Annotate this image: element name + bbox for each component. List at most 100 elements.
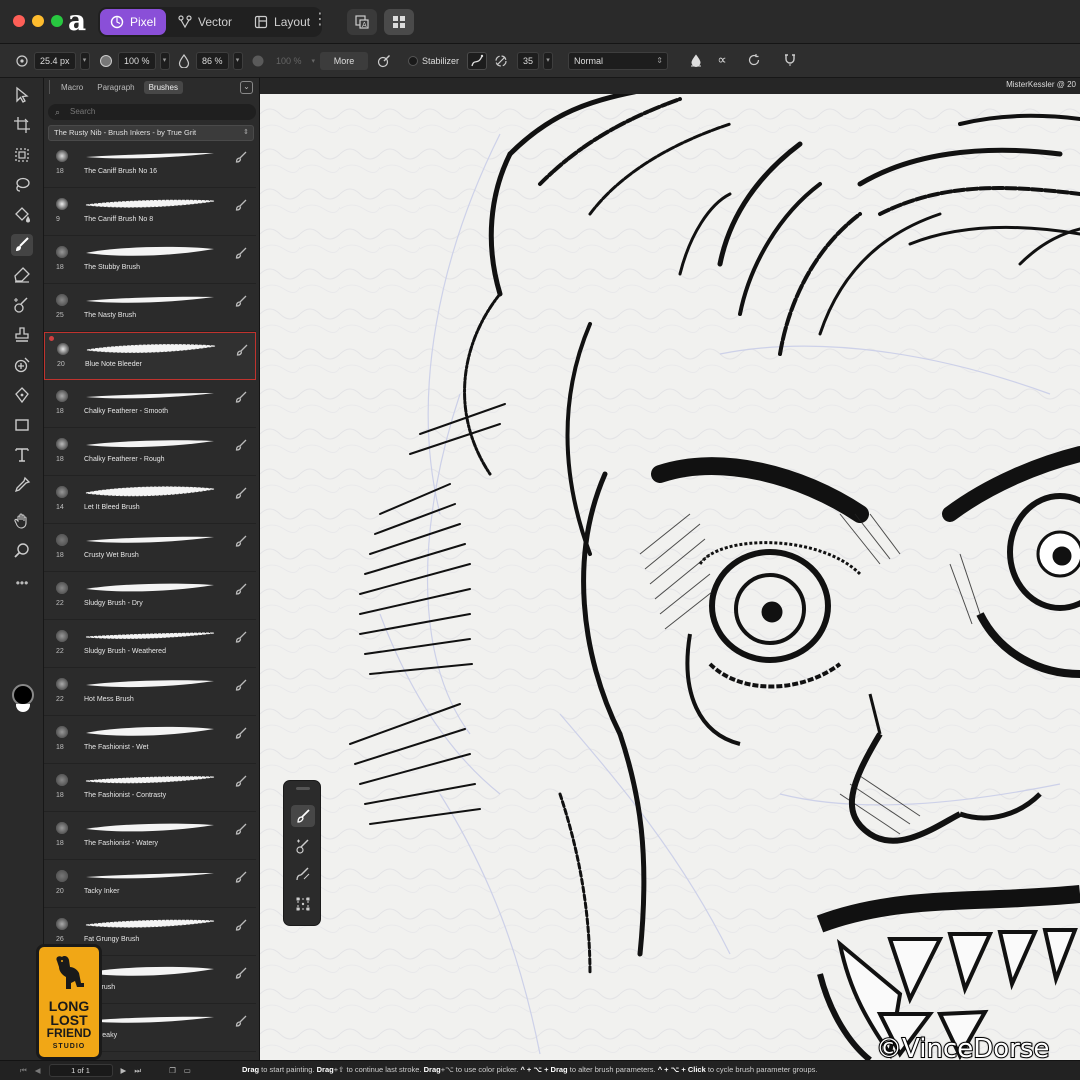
brush-item[interactable]: 14 Let It Bleed Brush xyxy=(44,476,256,524)
brush-item[interactable]: 18 The Fashionist - Wet xyxy=(44,716,256,764)
pages-panel-icon[interactable]: ❐ xyxy=(169,1066,176,1075)
document-canvas[interactable] xyxy=(260,94,1080,1060)
brush-settings-icon[interactable] xyxy=(376,53,392,69)
brush-item[interactable]: 18 The Fashionist - Contrasty xyxy=(44,764,256,812)
edit-brush-icon[interactable] xyxy=(234,438,248,452)
edit-brush-icon[interactable] xyxy=(234,294,248,308)
marquee-tool[interactable] xyxy=(11,144,33,166)
edit-brush-icon[interactable] xyxy=(234,630,248,644)
next-page-icon[interactable]: ▶ xyxy=(121,1066,127,1075)
assistant-button[interactable]: A xyxy=(347,9,377,35)
edit-brush-icon[interactable] xyxy=(234,534,248,548)
reset-icon[interactable] xyxy=(746,52,762,68)
flow-field[interactable]: 86 % xyxy=(196,52,229,70)
hardness-field[interactable]: 100 % xyxy=(270,52,308,70)
rope-mode-icon[interactable] xyxy=(467,52,488,70)
opacity-dropdown[interactable]: ▾ xyxy=(159,52,170,70)
protect-alpha-icon[interactable]: ∝ xyxy=(714,52,730,68)
panel-menu-chevron-icon[interactable]: ⌄ xyxy=(240,81,253,94)
flow-dropdown[interactable]: ▾ xyxy=(232,52,243,70)
healing-brush-tool[interactable] xyxy=(11,354,33,376)
more-button[interactable]: More xyxy=(320,52,368,70)
brush-item[interactable]: 9 The Caniff Brush No 8 xyxy=(44,188,256,236)
edit-brush-icon[interactable] xyxy=(234,582,248,596)
last-page-icon[interactable]: ⏭ xyxy=(134,1066,141,1076)
edit-brush-icon[interactable] xyxy=(234,918,248,932)
tab-paragraph[interactable]: Paragraph xyxy=(92,81,139,94)
stabilizer-toggle[interactable] xyxy=(408,56,418,66)
text-tool[interactable] xyxy=(11,444,33,466)
edit-brush-icon[interactable] xyxy=(234,774,248,788)
edit-brush-icon[interactable] xyxy=(234,198,248,212)
persona-pixel[interactable]: Pixel xyxy=(100,9,167,35)
brush-item[interactable]: 18 Chalky Featherer - Rough xyxy=(44,428,256,476)
clone-brush-tool[interactable] xyxy=(11,324,33,346)
pen-tool[interactable] xyxy=(11,384,33,406)
edit-brush-icon[interactable] xyxy=(234,390,248,404)
edit-brush-icon[interactable] xyxy=(234,726,248,740)
spread-view-icon[interactable]: ▭ xyxy=(184,1066,191,1075)
opacity-field[interactable]: 100 % xyxy=(118,52,156,70)
window-mode-icon[interactable] xyxy=(493,53,509,69)
page-indicator[interactable]: 1 of 1 xyxy=(48,1064,113,1077)
brush-item[interactable]: 18 Crusty Wet Brush xyxy=(44,524,256,572)
stabilizer-value-dropdown[interactable]: ▾ xyxy=(543,52,554,70)
tab-brushes[interactable]: Brushes xyxy=(143,81,183,94)
primary-color-swatch[interactable] xyxy=(12,684,34,706)
tab-macro[interactable]: Macro xyxy=(56,81,88,94)
brush-width-field[interactable]: 25.4 px xyxy=(34,52,76,70)
edit-brush-icon[interactable] xyxy=(234,966,248,980)
cluster-erase-button[interactable] xyxy=(291,863,315,885)
snapping-icon[interactable] xyxy=(782,52,798,68)
brush-category-select[interactable]: The Rusty Nib - Brush Inkers - by True G… xyxy=(48,125,254,141)
edit-brush-icon[interactable] xyxy=(234,822,248,836)
cluster-grip[interactable] xyxy=(296,787,310,790)
erase-brush-tool[interactable] xyxy=(11,264,33,286)
hardness-dropdown-icon[interactable]: ▾ xyxy=(312,57,316,65)
view-mode-button[interactable] xyxy=(384,9,414,35)
persona-layout[interactable]: Layout xyxy=(244,9,320,35)
lasso-tool[interactable] xyxy=(11,174,33,196)
more-tools-icon[interactable]: ••• xyxy=(11,572,33,594)
crop-tool[interactable] xyxy=(11,114,33,136)
brush-item[interactable]: 20 Blue Note Bleeder xyxy=(44,332,256,380)
move-tool[interactable] xyxy=(11,84,33,106)
zoom-tool[interactable] xyxy=(11,540,33,562)
edit-brush-icon[interactable] xyxy=(234,1014,248,1028)
brush-item[interactable]: 20 Tacky Inker xyxy=(44,860,256,908)
close-window-button[interactable] xyxy=(13,15,25,27)
panel-grip[interactable] xyxy=(49,80,50,94)
brush-item[interactable]: 18 The Stubby Brush xyxy=(44,236,256,284)
document-title[interactable]: MisterKessler @ 20 xyxy=(1006,80,1076,89)
zoom-window-button[interactable] xyxy=(51,15,63,27)
secondary-color-swatch[interactable] xyxy=(16,704,30,712)
cluster-pixel-tool-button[interactable] xyxy=(291,835,315,857)
flood-select-tool[interactable] xyxy=(11,204,33,226)
rectangle-tool[interactable] xyxy=(11,414,33,436)
paint-brush-tool[interactable] xyxy=(11,234,33,256)
edit-brush-icon[interactable] xyxy=(234,486,248,500)
brush-item[interactable]: 22 Sludgy Brush - Dry xyxy=(44,572,256,620)
first-page-icon[interactable]: ⏮ xyxy=(20,1066,27,1076)
brush-item[interactable]: 18 Chalky Featherer - Smooth xyxy=(44,380,256,428)
edit-brush-icon[interactable] xyxy=(235,343,249,357)
color-picker-tool[interactable] xyxy=(11,474,33,496)
brush-item[interactable]: 18 The Fashionist - Watery xyxy=(44,812,256,860)
edit-brush-icon[interactable] xyxy=(234,678,248,692)
dodge-burn-tool[interactable] xyxy=(11,294,33,316)
cluster-transform-button[interactable] xyxy=(291,893,315,915)
minimize-window-button[interactable] xyxy=(32,15,44,27)
edit-brush-icon[interactable] xyxy=(234,246,248,260)
more-menu-icon[interactable]: ⋮ xyxy=(312,12,328,28)
affinity-app-logo-icon[interactable]: a xyxy=(68,6,90,36)
brush-item[interactable]: 18 The Caniff Brush No 16 xyxy=(44,140,256,188)
brush-item[interactable]: 25 The Nasty Brush xyxy=(44,284,256,332)
wet-edges-icon[interactable] xyxy=(688,52,704,68)
previous-page-icon[interactable]: ◀ xyxy=(35,1066,41,1075)
persona-vector[interactable]: Vector xyxy=(168,9,242,35)
brush-item[interactable]: 22 Sludgy Brush - Weathered xyxy=(44,620,256,668)
brush-width-dropdown[interactable]: ▾ xyxy=(79,52,90,70)
stabilizer-value-field[interactable]: 35 xyxy=(517,52,540,70)
brush-search-input[interactable]: ⌕ Search xyxy=(48,104,256,120)
cluster-paint-brush-button[interactable] xyxy=(291,805,315,827)
